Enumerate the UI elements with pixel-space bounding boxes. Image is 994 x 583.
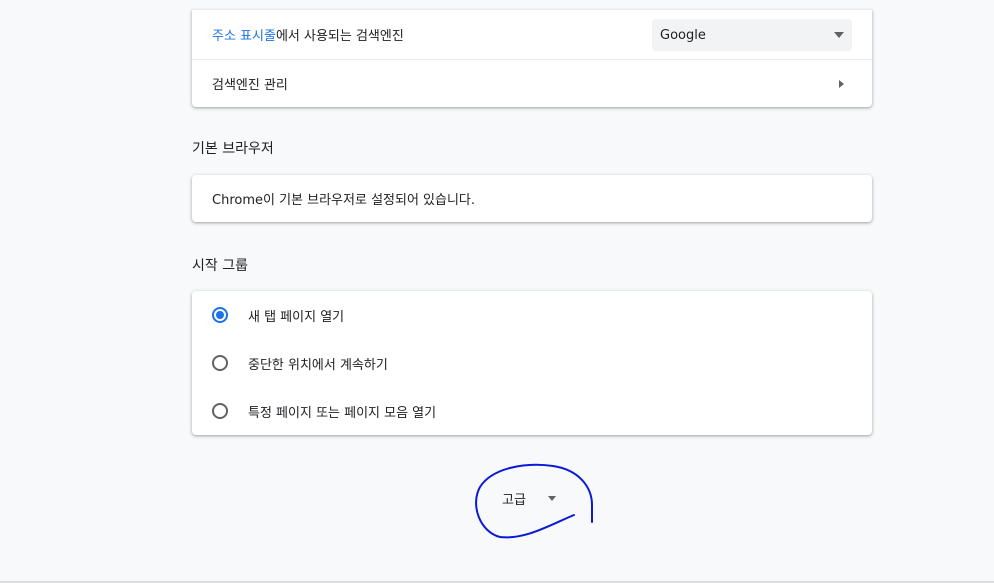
startup-option-label: 중단한 위치에서 계속하기 xyxy=(248,357,388,373)
radio-checked-icon[interactable] xyxy=(212,307,228,323)
default-browser-card: Chrome이 기본 브라우저로 설정되어 있습니다. xyxy=(192,175,872,222)
search-engine-label: 에서 사용되는 검색엔진 xyxy=(275,29,404,44)
advanced-button[interactable]: 고급 xyxy=(490,482,568,514)
search-engine-card: 주소 표시줄 에서 사용되는 검색엔진 Google 검색엔진 관리 xyxy=(192,10,872,107)
default-browser-row: Chrome이 기본 브라우저로 설정되어 있습니다. xyxy=(192,175,872,222)
radio-unchecked-icon[interactable] xyxy=(212,403,228,419)
search-engine-select[interactable]: Google xyxy=(652,19,852,51)
manage-search-engines-label: 검색엔진 관리 xyxy=(212,78,288,93)
startup-option-continue[interactable]: 중단한 위치에서 계속하기 xyxy=(192,339,872,387)
chevron-right-icon xyxy=(839,80,844,88)
address-bar-link[interactable]: 주소 표시줄 xyxy=(212,25,276,44)
search-engine-row: 주소 표시줄 에서 사용되는 검색엔진 Google xyxy=(192,10,872,59)
search-engine-value: Google xyxy=(660,27,706,43)
startup-title: 시작 그룹 xyxy=(192,258,248,274)
startup-option-specific-pages[interactable]: 특정 페이지 또는 페이지 모음 열기 xyxy=(192,387,872,435)
advanced-label: 고급 xyxy=(502,492,526,508)
settings-page: 주소 표시줄 에서 사용되는 검색엔진 Google 검색엔진 관리 기본 브라우… xyxy=(0,0,994,583)
startup-option-label: 특정 페이지 또는 페이지 모음 열기 xyxy=(248,405,437,421)
manage-search-engines-row[interactable]: 검색엔진 관리 xyxy=(192,59,872,107)
chevron-down-icon xyxy=(834,32,844,38)
default-browser-title: 기본 브라우저 xyxy=(192,141,274,157)
startup-option-label: 새 탭 페이지 열기 xyxy=(248,309,345,325)
startup-card: 새 탭 페이지 열기 중단한 위치에서 계속하기 특정 페이지 또는 페이지 모… xyxy=(192,291,872,435)
radio-unchecked-icon[interactable] xyxy=(212,355,228,371)
startup-option-new-tab[interactable]: 새 탭 페이지 열기 xyxy=(192,291,872,339)
chevron-down-icon xyxy=(547,495,556,501)
default-browser-status: Chrome이 기본 브라우저로 설정되어 있습니다. xyxy=(212,193,476,208)
